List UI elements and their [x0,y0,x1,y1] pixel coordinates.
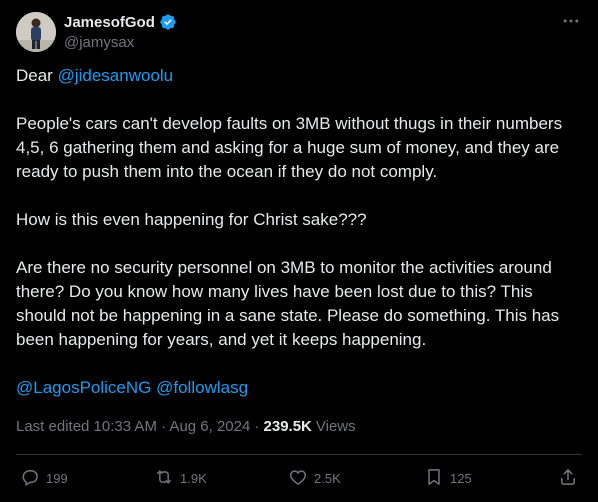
mentions-line: @LagosPoliceNG @followlasg [16,376,586,400]
verified-badge-icon [159,13,177,31]
views-count: 239.5K [263,418,312,435]
more-icon[interactable] [560,10,582,32]
bookmark-button[interactable]: 125 [424,467,472,490]
divider [16,454,582,455]
mention-link-jidesanwoolu[interactable]: @jidesanwoolu [58,66,174,85]
author-name-row: JamesofGod [64,13,177,31]
action-bar: 199 1.9K 2.5K 125 [16,466,582,490]
author-handle[interactable]: @jamysax [64,34,134,51]
bookmark-icon [424,467,444,490]
share-button[interactable] [558,467,578,490]
repost-count: 1.9K [180,470,207,486]
post-text: Dear @jidesanwoolu People's cars can't d… [16,64,586,424]
share-icon [558,467,578,490]
greeting-text: Dear [16,66,58,85]
reply-button[interactable]: 199 [20,467,68,490]
mention-link-followlasg[interactable]: @followlasg [156,378,248,397]
mention-link-lagospoliceng[interactable]: @LagosPoliceNG [16,378,151,397]
greeting-line: Dear @jidesanwoolu [16,64,586,88]
paragraph-3: Are there no security personnel on 3MB t… [16,258,564,349]
like-count: 2.5K [314,470,341,486]
views-label: Views [315,418,356,435]
like-icon [288,467,308,490]
repost-icon [154,467,174,490]
paragraph-1: People's cars can't develop faults on 3M… [16,114,567,181]
reply-count: 199 [46,470,68,486]
like-button[interactable]: 2.5K [288,467,341,490]
display-name[interactable]: JamesofGod [64,14,155,31]
edited-timestamp[interactable]: Last edited 10:33 AM · Aug 6, 2024 · [16,418,260,435]
repost-button[interactable]: 1.9K [154,467,207,490]
avatar[interactable] [16,12,56,52]
bookmark-count: 125 [450,470,472,486]
paragraph-2: How is this even happening for Christ sa… [16,210,367,229]
reply-icon [20,467,40,490]
post-card: JamesofGod @jamysax Dear @jidesanwoolu P… [0,0,598,502]
post-meta: Last edited 10:33 AM · Aug 6, 2024 · 239… [16,418,356,435]
